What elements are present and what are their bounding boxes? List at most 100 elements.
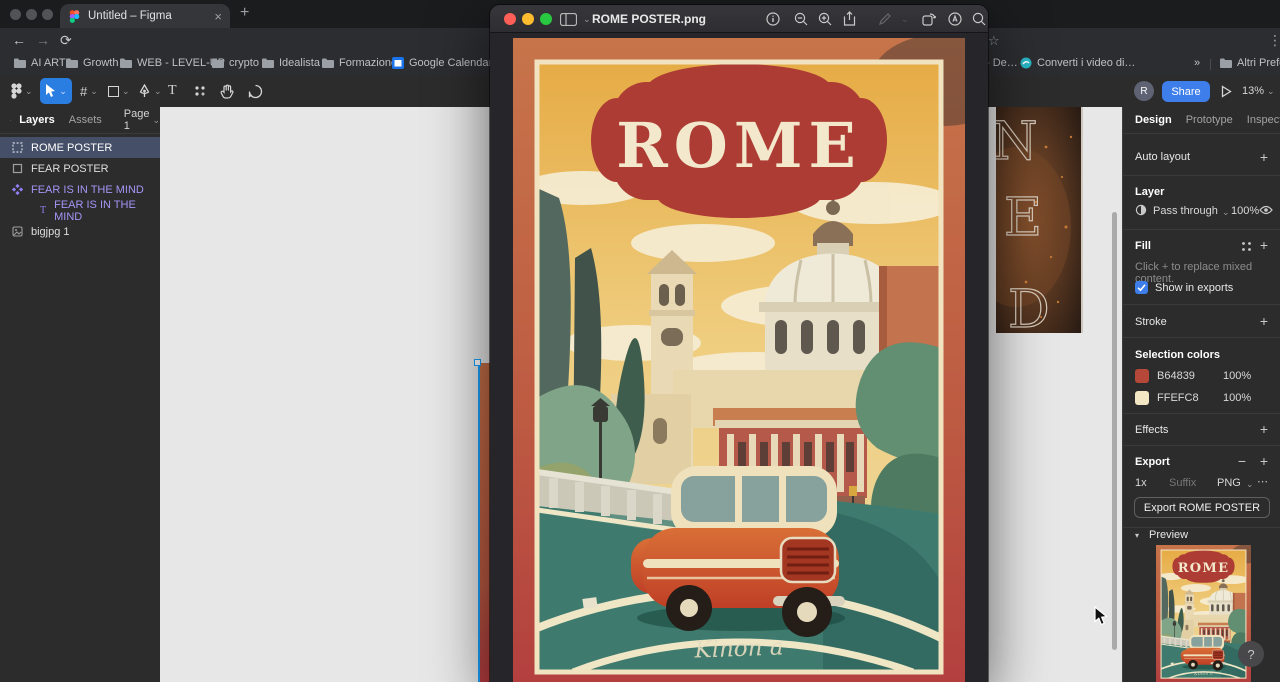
auto-layout-label: Auto layout <box>1135 151 1191 163</box>
bookmark-item[interactable]: Formazione <box>322 57 397 69</box>
show-in-exports-label: Show in exports <box>1155 282 1234 294</box>
bookmark-item[interactable]: AI ART <box>14 57 66 69</box>
layer-row[interactable]: bigjpg 1 <box>0 221 160 242</box>
tab-prototype[interactable]: Prototype <box>1186 114 1233 126</box>
add-fill-icon[interactable]: + <box>1260 237 1268 253</box>
search-icon[interactable] <box>972 12 986 26</box>
preview-window[interactable]: ⌄ ROME POSTER.png ⌄ <box>490 5 988 682</box>
export-scale[interactable]: 1x <box>1135 477 1147 489</box>
back-icon[interactable]: ← <box>12 32 26 48</box>
share-icon[interactable] <box>843 11 856 26</box>
tab-design[interactable]: Design <box>1135 114 1172 126</box>
browser-menu-icon[interactable]: ⋮ <box>1268 32 1280 49</box>
tab-close-icon[interactable]: × <box>214 9 222 24</box>
effects-section-label: Effects <box>1135 424 1169 436</box>
tab-layers[interactable]: Layers <box>19 114 54 126</box>
present-button[interactable] <box>1221 75 1232 107</box>
zoom-out-icon[interactable] <box>794 12 808 26</box>
add-effect-icon[interactable]: + <box>1260 421 1268 437</box>
bookmark-star-icon[interactable]: ☆ <box>988 33 1000 49</box>
text-tool-button[interactable]: T <box>168 75 177 107</box>
markup-circle-icon[interactable] <box>948 12 962 26</box>
main-menu-button[interactable]: ⌄ <box>10 75 33 107</box>
comment-tool-button[interactable] <box>248 75 263 107</box>
frame-tool-button[interactable]: # ⌄ <box>80 75 98 107</box>
rectangle-icon <box>108 85 119 97</box>
blend-mode-icon[interactable] <box>1135 204 1147 216</box>
chevron-down-icon: ⌄ <box>1222 207 1230 217</box>
markup-pencil-icon[interactable] <box>878 12 892 26</box>
bookmark-item[interactable]: Growth <box>66 57 118 69</box>
window-minimize-button[interactable] <box>26 9 37 20</box>
browser-tab[interactable]: Untitled – Figma × <box>60 4 230 28</box>
resources-tool-button[interactable] <box>193 75 207 107</box>
window-zoom-button[interactable] <box>42 9 53 20</box>
move-tool-button[interactable]: ⌄ <box>40 78 72 104</box>
visibility-eye-icon[interactable] <box>1259 205 1273 215</box>
color-opacity[interactable]: 100% <box>1223 392 1251 404</box>
window-minimize-button[interactable] <box>522 13 534 25</box>
pen-tool-button[interactable]: ⌄ <box>138 75 162 107</box>
add-export-icon[interactable]: + <box>1260 453 1268 469</box>
color-hex[interactable]: B64839 <box>1157 370 1195 382</box>
layer-row[interactable]: ROME POSTER <box>0 137 160 158</box>
stroke-section-label: Stroke <box>1135 316 1167 328</box>
add-auto-layout-icon[interactable]: + <box>1260 149 1268 165</box>
export-format[interactable]: PNG <box>1217 477 1241 489</box>
tab-assets[interactable]: Assets <box>69 114 102 126</box>
reload-icon[interactable]: ⟳ <box>60 32 72 49</box>
forward-icon[interactable]: → <box>36 32 50 48</box>
preview-titlebar[interactable]: ⌄ ROME POSTER.png ⌄ <box>490 5 988 33</box>
color-opacity[interactable]: 100% <box>1223 370 1251 382</box>
bookmarks-overflow-icon[interactable]: » <box>1194 57 1200 69</box>
bookmark-item[interactable]: Converti i video di… <box>1020 57 1135 69</box>
bookmark-item[interactable]: WEB - LEVEL-UP <box>120 57 225 69</box>
bookmark-item[interactable]: crypto <box>212 57 259 69</box>
layer-row[interactable]: FEAR IS IN THE MIND <box>0 179 160 200</box>
page-selector[interactable]: Page 1 <box>124 108 150 132</box>
info-icon[interactable] <box>766 12 780 26</box>
layer-row[interactable]: FEAR POSTER <box>0 158 160 179</box>
layer-opacity-value[interactable]: 100% <box>1231 205 1259 217</box>
window-close-button[interactable] <box>504 13 516 25</box>
search-icon[interactable] <box>10 115 12 126</box>
add-stroke-icon[interactable]: + <box>1260 313 1268 329</box>
other-favorites[interactable]: Altri Preferiti <box>1220 57 1280 69</box>
export-suffix-placeholder[interactable]: Suffix <box>1169 477 1196 489</box>
shape-tool-button[interactable]: ⌄ <box>108 75 130 107</box>
help-button[interactable]: ? <box>1238 641 1264 667</box>
window-zoom-button[interactable] <box>540 13 552 25</box>
tab-inspect[interactable]: Inspect <box>1247 114 1280 126</box>
selection-handle[interactable] <box>474 359 481 366</box>
export-options-icon[interactable]: ⋯ <box>1257 475 1269 488</box>
color-hex[interactable]: FFEFC8 <box>1157 392 1199 404</box>
rotate-icon[interactable] <box>922 12 937 26</box>
color-swatch[interactable] <box>1135 391 1149 405</box>
new-tab-button[interactable]: + <box>240 4 249 22</box>
layer-row[interactable]: T FEAR IS IN THE MIND <box>0 199 160 223</box>
zoom-menu-button[interactable]: 13% ⌄ <box>1242 75 1275 107</box>
share-button[interactable]: Share <box>1162 81 1210 102</box>
canvas-scrollbar[interactable] <box>1112 212 1117 650</box>
folder-icon <box>262 58 274 68</box>
fear-letter: N <box>996 112 1038 172</box>
zoom-in-icon[interactable] <box>818 12 832 26</box>
show-in-exports-checkbox[interactable] <box>1135 281 1148 294</box>
fear-letter: D <box>1008 280 1050 333</box>
styles-icon[interactable] <box>1241 241 1252 252</box>
chevron-down-icon[interactable]: ⌄ <box>583 14 591 25</box>
hand-tool-button[interactable] <box>220 75 234 107</box>
fear-poster-canvas-object[interactable]: N E D <box>996 107 1083 333</box>
bookmark-item-partial[interactable]: - De… <box>986 57 1018 69</box>
color-swatch[interactable] <box>1135 369 1149 383</box>
design-panel: Design Prototype Inspect Auto layout + L… <box>1122 107 1280 682</box>
export-button[interactable]: Export ROME POSTER <box>1134 497 1270 518</box>
user-avatar[interactable]: R <box>1134 81 1154 101</box>
window-close-button[interactable] <box>10 9 21 20</box>
sidebar-toggle-icon[interactable] <box>560 13 577 26</box>
collapse-caret-icon[interactable]: ▾ <box>1135 531 1139 540</box>
blend-mode-value[interactable]: Pass through <box>1153 205 1218 217</box>
bookmark-item[interactable]: Idealista <box>262 57 320 69</box>
remove-export-icon[interactable]: − <box>1238 453 1246 469</box>
chevron-down-icon[interactable]: ⌄ <box>901 14 909 25</box>
